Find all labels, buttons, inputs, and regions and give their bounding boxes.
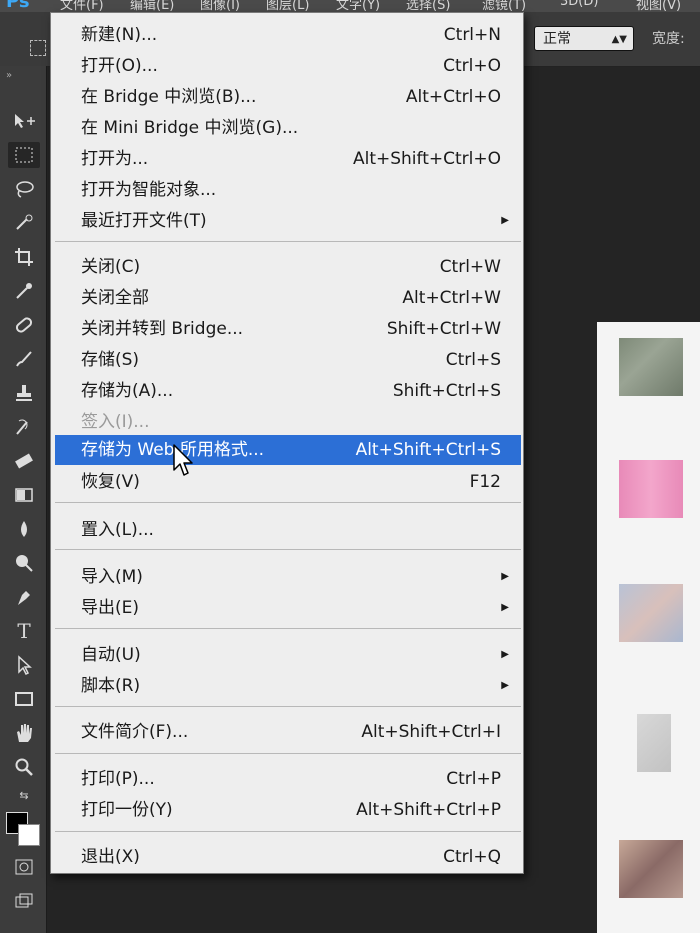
- submenu-arrow-icon: ▶: [501, 680, 509, 691]
- blur-tool-icon[interactable]: [8, 516, 40, 542]
- menu-view[interactable]: 视图(V): [636, 0, 681, 12]
- brush-tool-icon[interactable]: [8, 346, 40, 372]
- tools-panel: » T ⇆: [0, 66, 47, 933]
- healing-brush-tool-icon[interactable]: [8, 312, 40, 338]
- menu-item-recent-files[interactable]: 最近打开文件(T) ▶: [55, 207, 521, 235]
- eyedropper-tool-icon[interactable]: [8, 278, 40, 304]
- menu-item-save[interactable]: 存储(S) Ctrl+S: [55, 346, 521, 374]
- menu-edit[interactable]: 编辑(E): [130, 0, 174, 12]
- zoom-tool-icon[interactable]: [8, 754, 40, 780]
- menu-3d[interactable]: 3D(D): [560, 0, 598, 9]
- menu-item-import[interactable]: 导入(M) ▶: [55, 563, 521, 591]
- dodge-tool-icon[interactable]: [8, 550, 40, 576]
- thumbnail-image: [619, 584, 683, 642]
- menu-layer[interactable]: 图层(L): [266, 0, 309, 12]
- submenu-arrow-icon: ▶: [501, 215, 509, 226]
- menu-item-export[interactable]: 导出(E) ▶: [55, 594, 521, 622]
- collapse-icon[interactable]: »: [6, 70, 12, 81]
- menu-file[interactable]: 文件(F): [60, 0, 104, 12]
- menu-item-close-all[interactable]: 关闭全部 Alt+Ctrl+W: [55, 284, 521, 312]
- menu-item-print[interactable]: 打印(P)... Ctrl+P: [55, 765, 521, 793]
- menu-item-revert[interactable]: 恢复(V) F12: [55, 468, 521, 496]
- background-color-swatch[interactable]: [18, 824, 40, 846]
- thumbnail-image: [619, 460, 683, 518]
- menu-item-exit[interactable]: 退出(X) Ctrl+Q: [55, 843, 521, 871]
- marquee-option-icon[interactable]: [30, 40, 46, 56]
- menu-item-save-as[interactable]: 存储为(A)... Shift+Ctrl+S: [55, 377, 521, 405]
- app-logo: Ps: [6, 0, 30, 12]
- pen-tool-icon[interactable]: [8, 584, 40, 610]
- menu-item-open-smart-object[interactable]: 打开为智能对象...: [55, 176, 521, 204]
- history-brush-tool-icon[interactable]: [8, 414, 40, 440]
- menu-image[interactable]: 图像(I): [200, 0, 240, 12]
- menu-item-open-as[interactable]: 打开为... Alt+Shift+Ctrl+O: [55, 145, 521, 173]
- gradient-tool-icon[interactable]: [8, 482, 40, 508]
- submenu-arrow-icon: ▶: [501, 649, 509, 660]
- menu-separator: [55, 549, 521, 550]
- hand-tool-icon[interactable]: [8, 720, 40, 746]
- eraser-tool-icon[interactable]: [8, 448, 40, 474]
- rectangle-tool-icon[interactable]: [8, 686, 40, 712]
- menu-separator: [55, 706, 521, 707]
- mouse-cursor-icon: [173, 444, 193, 476]
- menu-separator: [55, 831, 521, 832]
- submenu-arrow-icon: ▶: [501, 571, 509, 582]
- submenu-arrow-icon: ▶: [501, 602, 509, 613]
- menu-item-automate[interactable]: 自动(U) ▶: [55, 641, 521, 669]
- color-swatches[interactable]: [6, 812, 42, 848]
- menu-item-print-one-copy[interactable]: 打印一份(Y) Alt+Shift+Ctrl+P: [55, 796, 521, 824]
- type-tool-icon[interactable]: T: [8, 618, 40, 644]
- crop-tool-icon[interactable]: [8, 244, 40, 270]
- menu-type[interactable]: 文字(Y): [336, 0, 380, 12]
- menu-select[interactable]: 选择(S): [406, 0, 450, 12]
- menu-item-file-info[interactable]: 文件简介(F)... Alt+Shift+Ctrl+I: [55, 718, 521, 746]
- side-panel: [597, 322, 700, 933]
- menu-item-close[interactable]: 关闭(C) Ctrl+W: [55, 253, 521, 281]
- menu-item-browse-bridge[interactable]: 在 Bridge 中浏览(B)... Alt+Ctrl+O: [55, 83, 521, 111]
- thumbnail-image: [619, 338, 683, 396]
- menu-item-place[interactable]: 置入(L)...: [55, 516, 521, 544]
- menu-separator: [55, 753, 521, 754]
- select-arrows-icon: ▲▼: [611, 34, 627, 45]
- blend-mode-value: 正常: [543, 31, 571, 47]
- swap-colors-icon[interactable]: ⇆: [8, 786, 40, 804]
- thumbnail-image: [619, 840, 683, 898]
- menu-separator: [55, 628, 521, 629]
- width-label: 宽度:: [652, 31, 685, 47]
- menu-item-browse-mini-bridge[interactable]: 在 Mini Bridge 中浏览(G)...: [55, 114, 521, 142]
- thumbnail-image: [637, 714, 671, 772]
- menu-separator: [55, 241, 521, 242]
- file-menu-dropdown: 新建(N)... Ctrl+N 打开(O)... Ctrl+O 在 Bridge…: [50, 12, 524, 874]
- lasso-tool-icon[interactable]: [8, 176, 40, 202]
- menu-item-check-in: 签入(I)...: [81, 412, 150, 432]
- menu-item-save-for-web[interactable]: 存储为 Web 所用格式... Alt+Shift+Ctrl+S: [55, 435, 521, 465]
- marquee-tool-icon[interactable]: [8, 142, 40, 168]
- move-tool-icon[interactable]: [8, 108, 40, 134]
- quick-selection-tool-icon[interactable]: [8, 210, 40, 236]
- quick-mask-icon[interactable]: [8, 854, 40, 880]
- menu-item-close-go-bridge[interactable]: 关闭并转到 Bridge... Shift+Ctrl+W: [55, 315, 521, 343]
- menu-item-new[interactable]: 新建(N)... Ctrl+N: [55, 21, 521, 49]
- menu-item-scripts[interactable]: 脚本(R) ▶: [55, 672, 521, 700]
- clone-stamp-tool-icon[interactable]: [8, 380, 40, 406]
- blend-mode-select[interactable]: 正常 ▲▼: [534, 26, 634, 51]
- menu-bar: Ps 文件(F) 编辑(E) 图像(I) 图层(L) 文字(Y) 选择(S) 滤…: [0, 0, 700, 12]
- menu-filter[interactable]: 滤镜(T): [482, 0, 526, 12]
- menu-separator: [55, 502, 521, 503]
- screen-mode-icon[interactable]: [8, 888, 40, 914]
- path-selection-tool-icon[interactable]: [8, 652, 40, 678]
- menu-item-open[interactable]: 打开(O)... Ctrl+O: [55, 52, 521, 80]
